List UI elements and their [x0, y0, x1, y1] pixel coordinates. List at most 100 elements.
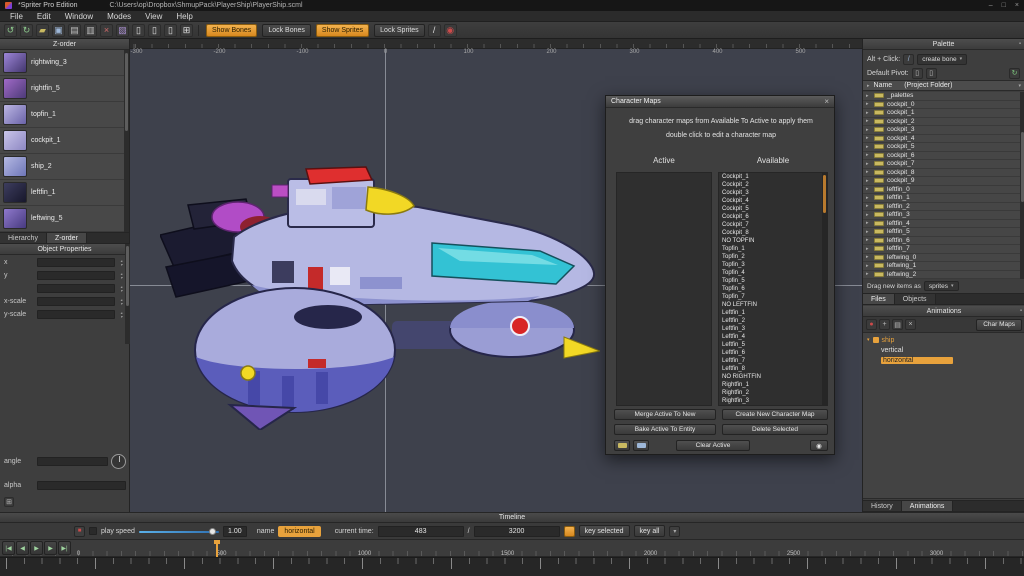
active-maps-list[interactable] [616, 172, 712, 406]
page-icon[interactable]: ▯ [132, 24, 145, 37]
load-map-folder-button[interactable] [614, 440, 630, 451]
angle-input[interactable] [37, 457, 108, 466]
entity-row[interactable]: ▾ ship [863, 335, 1024, 345]
file-item[interactable]: ▸ leftfin_5 [863, 228, 1024, 237]
file-item[interactable]: ▸ leftfin_1 [863, 194, 1024, 203]
first-frame-button[interactable]: |◀ [2, 541, 15, 555]
undo-icon[interactable]: ↺ [4, 24, 17, 37]
z-order-item[interactable]: leftfin_1 [0, 180, 129, 206]
playhead-marker[interactable] [216, 540, 218, 557]
expand-arrow-icon[interactable]: ▸ [866, 118, 871, 124]
page3-icon[interactable]: ▯ [164, 24, 177, 37]
file-item[interactable]: ▸ cockpit_7 [863, 160, 1024, 169]
expand-arrow-icon[interactable]: ▸ [866, 220, 871, 226]
expand-arrow-icon[interactable]: ▸ [866, 127, 871, 133]
character-map-item[interactable]: Topfin_2 [719, 253, 827, 261]
file-item[interactable]: ▸ leftfin_7 [863, 245, 1024, 254]
tab-z-order[interactable]: Z-order [47, 233, 87, 243]
expand-arrow-icon[interactable]: ▸ [866, 237, 871, 243]
collapse-arrow-icon[interactable]: ▾ [867, 337, 870, 343]
property-input[interactable] [37, 297, 115, 306]
character-map-item[interactable]: Cockpit_1 [719, 173, 827, 181]
character-map-item[interactable]: Cockpit_2 [719, 181, 827, 189]
expand-arrow-icon[interactable]: ▸ [866, 110, 871, 116]
character-map-item[interactable]: Cockpit_6 [719, 213, 827, 221]
character-map-item[interactable]: Topfin_6 [719, 285, 827, 293]
property-input[interactable] [37, 284, 115, 293]
file-item[interactable]: ▸ cockpit_9 [863, 177, 1024, 186]
pivot-option2-icon[interactable]: ▯ [926, 68, 937, 79]
tab-files[interactable]: Files [863, 294, 895, 304]
character-map-item[interactable]: Leftfin_1 [719, 309, 827, 317]
file-item[interactable]: ▸ cockpit_3 [863, 126, 1024, 135]
character-map-item[interactable]: Rightfin_2 [719, 389, 827, 397]
character-map-item[interactable]: NO LEFTFIN [719, 301, 827, 309]
copy-icon[interactable]: ▤ [68, 24, 81, 37]
character-map-item[interactable]: Leftfin_5 [719, 341, 827, 349]
lock-sprites-button[interactable]: Lock Sprites [374, 24, 425, 37]
expand-arrow-icon[interactable]: ▸ [866, 101, 871, 107]
character-map-item[interactable]: Topfin_5 [719, 277, 827, 285]
next-frame-button[interactable]: ▶ [44, 541, 57, 555]
total-time-field[interactable]: 3200 [474, 526, 560, 537]
character-map-item[interactable]: Leftfin_6 [719, 349, 827, 357]
character-map-item[interactable]: Leftfin_3 [719, 325, 827, 333]
maximize-button[interactable]: □ [1002, 2, 1006, 9]
property-spinner[interactable]: ▴▾ [118, 311, 125, 319]
prev-frame-button[interactable]: ◀ [16, 541, 29, 555]
z-order-item[interactable]: rightwing_3 [0, 50, 129, 76]
z-order-item[interactable]: topfin_1 [0, 102, 129, 128]
character-map-item[interactable]: Topfin_3 [719, 261, 827, 269]
timeline-ruler[interactable]: 050010001500200025003000 [0, 540, 1024, 557]
character-map-item[interactable]: Topfin_7 [719, 293, 827, 301]
pivot-option-icon[interactable]: ▯ [912, 68, 923, 79]
z-order-item[interactable]: ship_2 [0, 154, 129, 180]
character-map-item[interactable]: Cockpit_3 [719, 189, 827, 197]
expand-arrow-icon[interactable]: ▸ [866, 144, 871, 150]
character-map-item[interactable]: Cockpit_7 [719, 221, 827, 229]
file-item[interactable]: ▸ leftfin_6 [863, 237, 1024, 246]
play-button[interactable]: ▶ [30, 541, 43, 555]
expand-arrow-icon[interactable]: ▸ [866, 186, 871, 192]
z-order-item[interactable]: cockpit_1 [0, 128, 129, 154]
create-character-map-button[interactable]: Create New Character Map [722, 409, 828, 420]
file-item[interactable]: ▸ leftwing_2 [863, 271, 1024, 280]
expand-arrow-icon[interactable]: ▸ [866, 212, 871, 218]
show-bones-button[interactable]: Show Bones [206, 24, 257, 37]
play-speed-slider[interactable] [139, 527, 219, 536]
file-item[interactable]: ▸ cockpit_8 [863, 169, 1024, 178]
sound-icon[interactable]: ◉ [444, 24, 457, 37]
pin-icon[interactable]: ▪ [1020, 308, 1022, 314]
minimize-button[interactable]: – [989, 2, 993, 9]
delete-selected-button[interactable]: Delete Selected [722, 424, 828, 435]
auto-key-button[interactable] [564, 526, 575, 537]
refresh-icon[interactable]: ↻ [1009, 68, 1020, 79]
file-item[interactable]: ▸ _palettes [863, 92, 1024, 101]
expand-arrow-icon[interactable]: ▸ [866, 246, 871, 252]
loop-icon[interactable]: ■ [74, 526, 85, 537]
expand-arrow-icon[interactable]: ▸ [866, 178, 871, 184]
animation-name-field[interactable]: horizontal [278, 526, 320, 537]
file-item[interactable]: ▸ leftfin_2 [863, 203, 1024, 212]
menu-item[interactable]: Modes [100, 12, 138, 21]
grid-icon[interactable]: ⊞ [180, 24, 193, 37]
character-map-item[interactable]: Leftfin_8 [719, 365, 827, 373]
open-file-icon[interactable]: ▰ [36, 24, 49, 37]
expand-arrow-icon[interactable]: ▸ [866, 152, 871, 158]
z-order-item[interactable]: leftwing_5 [0, 206, 129, 232]
close-button[interactable]: × [1015, 2, 1019, 9]
key-all-button[interactable]: key all [634, 525, 666, 537]
menu-item[interactable]: Edit [30, 12, 58, 21]
clear-active-button[interactable]: Clear Active [676, 440, 750, 451]
eye-toggle-button[interactable]: ◉ [810, 440, 828, 451]
file-item[interactable]: ▸ cockpit_0 [863, 101, 1024, 110]
file-list-column-header[interactable]: ▸ Name (Project Folder) ▾ [863, 80, 1024, 91]
expand-arrow-icon[interactable]: ▸ [866, 195, 871, 201]
dialog-title-bar[interactable]: Character Maps × [606, 96, 834, 108]
paste-icon[interactable]: ▥ [84, 24, 97, 37]
tab-animations[interactable]: Animations [902, 501, 954, 511]
file-item[interactable]: ▸ cockpit_5 [863, 143, 1024, 152]
expand-arrow-icon[interactable]: ▸ [866, 263, 871, 269]
property-input[interactable] [37, 258, 115, 267]
expand-arrow-icon[interactable]: ▸ [866, 203, 871, 209]
